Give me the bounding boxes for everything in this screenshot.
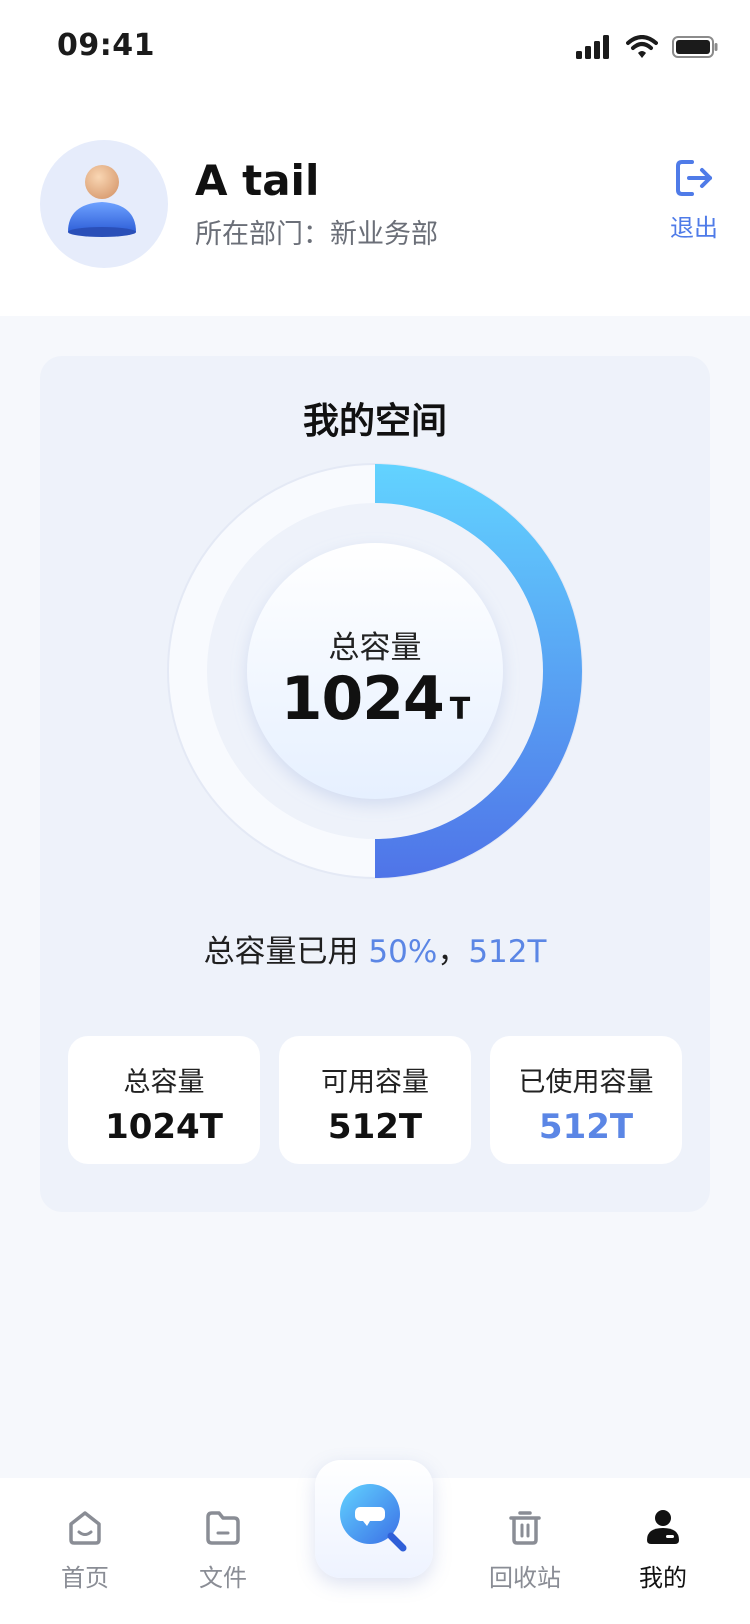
- stat-label: 可用容量: [321, 1067, 429, 1098]
- department-label: 所在部门：新业务部: [195, 219, 438, 250]
- signal-icon: [576, 35, 609, 59]
- usage-amount: 512T: [468, 934, 547, 970]
- battery-icon: [672, 36, 718, 58]
- profile-icon: [647, 1510, 679, 1544]
- card-title: 我的空间: [302, 401, 447, 442]
- ring-value-number: 1024: [280, 664, 445, 734]
- logout-label: 退出: [670, 214, 718, 242]
- wifi-icon: [626, 35, 658, 58]
- status-bar: 09:41: [0, 0, 750, 92]
- stat-used: 已使用容量 512T: [490, 1036, 682, 1164]
- tab-label: 回收站: [489, 1564, 561, 1592]
- stat-value: 512T: [538, 1107, 634, 1147]
- stats-row: 总容量 1024T 可用容量 512T 已使用容量 512T: [68, 1036, 682, 1164]
- status-icons: [576, 30, 718, 64]
- stat-label: 总容量: [123, 1067, 205, 1098]
- storage-card: 我的空间 总容量 1024 T 总容量已用 50%，512T 总容量 1024T…: [40, 356, 710, 1212]
- stat-value: 1024T: [105, 1107, 223, 1147]
- tab-home[interactable]: 首页: [30, 1508, 140, 1593]
- user-avatar-icon[interactable]: [40, 140, 168, 268]
- stat-label: 已使用容量: [518, 1067, 654, 1098]
- ring-label: 总容量: [328, 630, 422, 666]
- folder-icon: [206, 1511, 240, 1545]
- user-name: A tail: [195, 156, 320, 205]
- ring-value: 1024 T: [240, 664, 510, 734]
- usage-summary: 总容量已用 50%，512T: [40, 926, 710, 971]
- tab-label: 首页: [61, 1564, 109, 1592]
- home-icon: [69, 1511, 101, 1545]
- center-action-button[interactable]: [315, 1460, 433, 1578]
- stat-value: 512T: [327, 1107, 423, 1147]
- logout-button[interactable]: 退出: [654, 156, 734, 243]
- usage-percent: 50%: [368, 934, 438, 970]
- usage-separator: ，: [437, 934, 469, 970]
- chat-search-icon: [340, 1484, 407, 1552]
- tab-label: 我的: [639, 1564, 687, 1592]
- ring-unit: T: [449, 692, 470, 727]
- trash-icon: [509, 1511, 541, 1545]
- tab-label: 文件: [199, 1564, 247, 1592]
- bottom-tab-bar: 首页 文件 回收站 我的: [0, 1460, 750, 1624]
- logout-icon: [676, 160, 712, 196]
- stat-available: 可用容量 512T: [279, 1036, 471, 1164]
- stat-total: 总容量 1024T: [68, 1036, 260, 1164]
- profile-header: A tail 所在部门：新业务部 退出: [0, 92, 750, 316]
- tab-profile[interactable]: 我的: [608, 1508, 718, 1593]
- tab-files[interactable]: 文件: [168, 1508, 278, 1593]
- status-time: 09:41: [57, 28, 155, 63]
- tab-recycle-bin[interactable]: 回收站: [470, 1508, 580, 1593]
- usage-prefix: 总容量已用: [203, 934, 369, 970]
